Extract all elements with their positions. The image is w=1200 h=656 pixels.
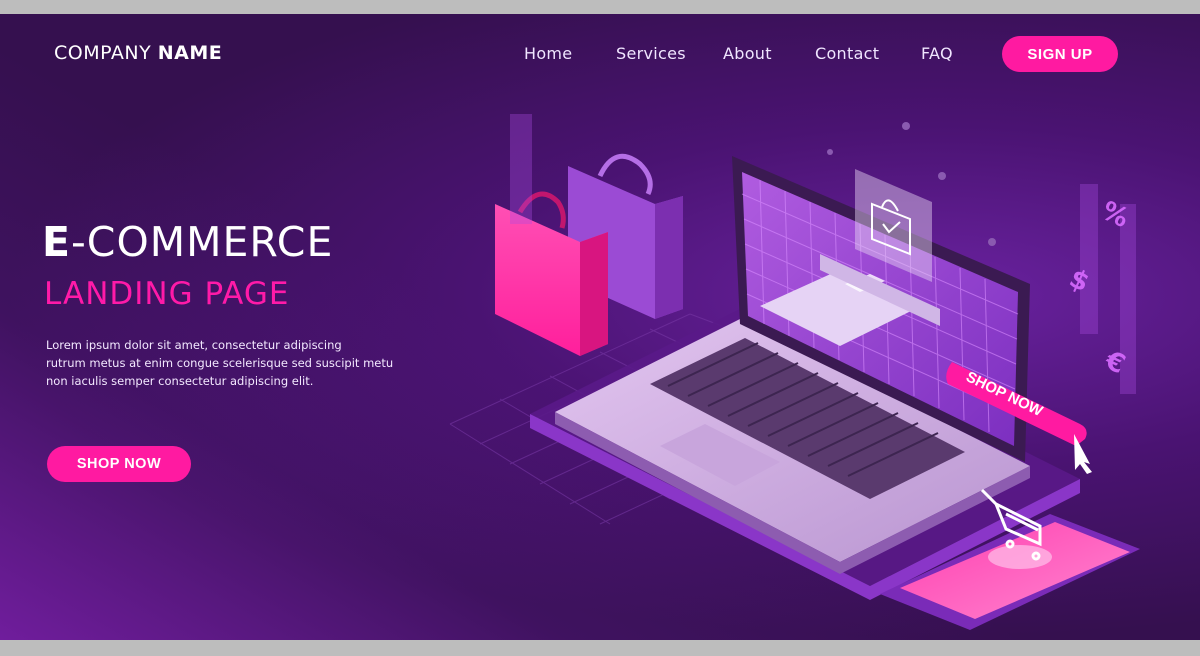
hero-subtitle: LANDING PAGE <box>44 276 290 312</box>
signup-button[interactable]: SIGN UP <box>1002 36 1118 72</box>
shop-now-button[interactable]: SHOP NOW <box>47 446 191 482</box>
brand-bold: NAME <box>157 42 223 64</box>
hero-title-rest: -COMMERCE <box>71 218 334 266</box>
nav-services[interactable]: Services <box>616 44 686 63</box>
nav-home[interactable]: Home <box>524 44 572 63</box>
top-navigation: COMPANY NAME Home Services About Contact… <box>0 14 1200 92</box>
landing-page: COMPANY NAME Home Services About Contact… <box>0 14 1200 640</box>
ecommerce-illustration: SHOP NOW <box>449 114 1140 630</box>
hero-title: E-COMMERCE <box>42 218 333 266</box>
hero-description-line: Lorem ipsum dolor sit amet, consectetur … <box>46 338 342 352</box>
hero-description-line: rutrum metus at enim congue scelerisque … <box>46 356 394 370</box>
company-logo[interactable]: COMPANY NAME <box>54 42 222 64</box>
hero-title-first-letter: E <box>42 218 72 266</box>
nav-contact[interactable]: Contact <box>815 44 879 63</box>
cart-glow <box>988 545 1052 569</box>
nav-faq[interactable]: FAQ <box>921 44 953 63</box>
hero-description-line: non iaculis semper consectetur adipiscin… <box>46 374 314 388</box>
brand-light: COMPANY <box>54 42 158 64</box>
nav-about[interactable]: About <box>723 44 772 63</box>
hero-description: Lorem ipsum dolor sit amet, consectetur … <box>46 336 426 390</box>
